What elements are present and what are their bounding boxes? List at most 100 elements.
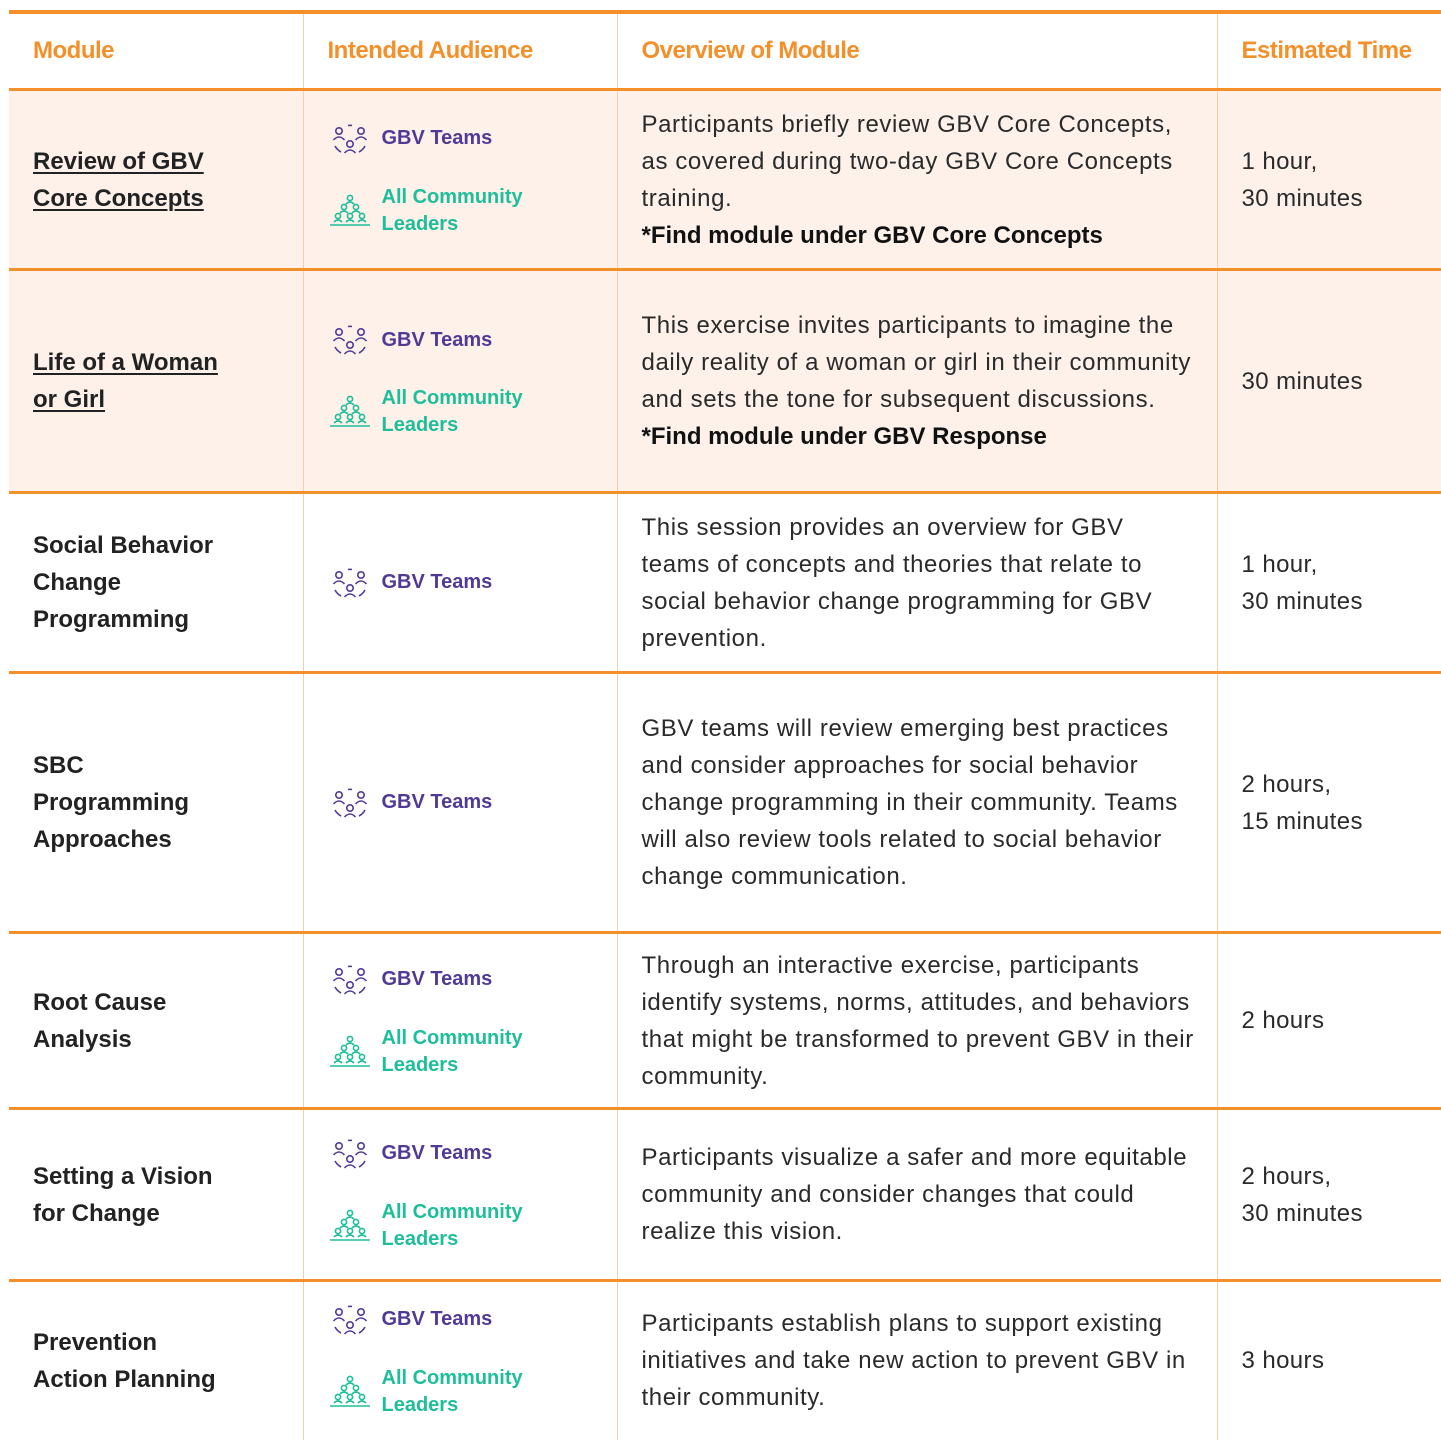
overview-cell: Participants establish plans to support … [617, 1279, 1218, 1440]
people-circle-icon [328, 122, 372, 156]
module-cell: Life of a Woman or Girl [9, 268, 304, 493]
audience-label: All Community Leaders [381, 1366, 523, 1416]
people-pyramid-icon [328, 395, 372, 429]
table-row: Root Cause Analysis GBV Teams All Communit… [9, 931, 1441, 1109]
module-location-note: *Find module under GBV Core Concepts [641, 221, 1103, 249]
table-row: Prevention Action Planning GBV Teams All C… [9, 1279, 1441, 1440]
module-cell: SBC Programming Approaches [9, 671, 304, 933]
audience-community-leaders: All Community Leaders [328, 1199, 617, 1253]
people-circle-icon [328, 786, 372, 820]
overview-text: Participants establish plans to support … [641, 1310, 1186, 1412]
people-pyramid-icon [328, 194, 372, 228]
audience-community-leaders: All Community Leaders [328, 1365, 617, 1419]
audience-cell: GBV Teams All Community Leaders [303, 268, 618, 493]
time-cell: 2 hours, 30 minutes [1217, 1107, 1441, 1281]
overview-text-block: This exercise invites participants to im… [642, 307, 1217, 455]
audience-cell: GBV Teams [303, 491, 618, 673]
audience-cell: GBV Teams All Community Leaders [303, 1107, 618, 1281]
people-circle-icon [328, 1137, 372, 1171]
people-pyramid-icon [328, 1375, 372, 1409]
audience-cell: GBV Teams All Community Leaders [303, 931, 618, 1109]
time-cell: 2 hours [1217, 931, 1441, 1109]
module-table-page: Module Intended Audience Overview of Mod… [9, 0, 1441, 1441]
overview-text: This exercise invites participants to im… [641, 312, 1191, 413]
people-circle-icon [328, 1303, 372, 1337]
audience-list: GBV Teams All Community Leaders [328, 1137, 617, 1253]
overview-text: This session provides an overview for GB… [641, 513, 1153, 652]
time-cell: 1 hour, 30 minutes [1217, 88, 1441, 270]
module-name: Social Behavior Change Programming [33, 532, 214, 633]
audience-community-leaders: All Community Leaders [328, 385, 617, 439]
audience-gbv-teams: GBV Teams [328, 963, 617, 997]
audience-list: GBV Teams [328, 786, 617, 820]
module-name: SBC Programming Approaches [33, 752, 190, 853]
audience-label: GBV Teams [381, 1142, 493, 1164]
people-circle-icon [328, 963, 372, 997]
overview-text: GBV teams will review emerging best prac… [641, 715, 1178, 890]
audience-list: GBV Teams All Community Leaders [328, 963, 617, 1079]
audience-gbv-teams: GBV Teams [328, 786, 617, 820]
overview-text: Participants briefly review GBV Core Con… [641, 110, 1173, 212]
people-circle-icon [328, 566, 372, 600]
overview-cell: Participants briefly review GBV Core Con… [617, 88, 1218, 270]
module-name: Root Cause Analysis [33, 988, 167, 1053]
audience-gbv-teams: GBV Teams [328, 323, 617, 357]
people-pyramid-icon [328, 1035, 372, 1069]
audience-list: GBV Teams All Community Leaders [328, 122, 617, 238]
overview-cell: This exercise invites participants to im… [617, 268, 1218, 493]
header-module: Module [9, 14, 304, 90]
module-name: Setting a Vision for Change [33, 1162, 213, 1227]
module-table: Module Intended Audience Overview of Mod… [9, 14, 1441, 1440]
overview-cell: This session provides an overview for GB… [617, 491, 1218, 673]
audience-list: GBV Teams All Community Leaders [328, 323, 617, 439]
audience-gbv-teams: GBV Teams [328, 1137, 617, 1171]
estimated-time: 1 hour, 30 minutes [1241, 147, 1363, 212]
overview-text-block: Participants establish plans to support … [642, 1305, 1217, 1416]
overview-text-block: Participants visualize a safer and more … [642, 1139, 1217, 1250]
module-cell: Setting a Vision for Change [9, 1107, 304, 1281]
module-link[interactable]: Life of a Woman or Girl [33, 344, 303, 418]
header-row: Module Intended Audience Overview of Mod… [9, 14, 1441, 90]
audience-list: GBV Teams [328, 566, 617, 600]
module-location-note: *Find module under GBV Response [641, 423, 1047, 450]
module-cell: Prevention Action Planning [9, 1279, 304, 1440]
overview-text-block: GBV teams will review emerging best prac… [642, 710, 1217, 895]
audience-label: All Community Leaders [381, 387, 523, 436]
estimated-time: 2 hours, 15 minutes [1241, 770, 1363, 835]
table-row: Setting a Vision for Change GBV Teams All … [9, 1107, 1441, 1281]
audience-label: GBV Teams [381, 968, 493, 990]
audience-label: All Community Leaders [381, 1026, 523, 1076]
time-cell: 2 hours, 15 minutes [1217, 671, 1441, 933]
table-row: Review of GBV Core Concepts GBV Teams All … [9, 88, 1441, 270]
audience-gbv-teams: GBV Teams [328, 1303, 617, 1337]
module-name: Prevention Action Planning [33, 1328, 216, 1393]
audience-label: GBV Teams [381, 328, 493, 351]
people-circle-icon [328, 323, 372, 357]
estimated-time: 2 hours [1241, 1007, 1325, 1034]
audience-gbv-teams: GBV Teams [328, 566, 617, 600]
overview-cell: Through an interactive exercise, partici… [617, 931, 1218, 1109]
audience-label: All Community Leaders [381, 1200, 523, 1250]
header-overview: Overview of Module [617, 14, 1218, 90]
overview-text: Through an interactive exercise, partici… [641, 951, 1194, 1090]
time-cell: 30 minutes [1217, 268, 1441, 493]
audience-cell: GBV Teams All Community Leaders [303, 1279, 618, 1440]
time-cell: 1 hour, 30 minutes [1217, 491, 1441, 673]
audience-list: GBV Teams All Community Leaders [328, 1303, 617, 1419]
audience-label: GBV Teams [381, 571, 493, 593]
header-audience: Intended Audience [303, 14, 618, 90]
time-cell: 3 hours [1217, 1279, 1441, 1440]
overview-text-block: Participants briefly review GBV Core Con… [642, 106, 1217, 254]
audience-community-leaders: All Community Leaders [328, 184, 617, 238]
overview-cell: Participants visualize a safer and more … [617, 1107, 1218, 1281]
audience-cell: GBV Teams All Community Leaders [303, 88, 618, 270]
estimated-time: 1 hour, 30 minutes [1241, 550, 1363, 615]
overview-text-block: This session provides an overview for GB… [642, 509, 1217, 657]
header-time: Estimated Time [1241, 37, 1412, 64]
module-cell: Social Behavior Change Programming [9, 491, 304, 673]
module-link[interactable]: Review of GBV Core Concepts [33, 143, 303, 217]
audience-label: GBV Teams [381, 1308, 493, 1331]
audience-cell: GBV Teams [303, 671, 618, 933]
people-pyramid-icon [328, 1209, 372, 1243]
table-row: SBC Programming Approaches GBV Teams GBV t… [9, 671, 1441, 933]
